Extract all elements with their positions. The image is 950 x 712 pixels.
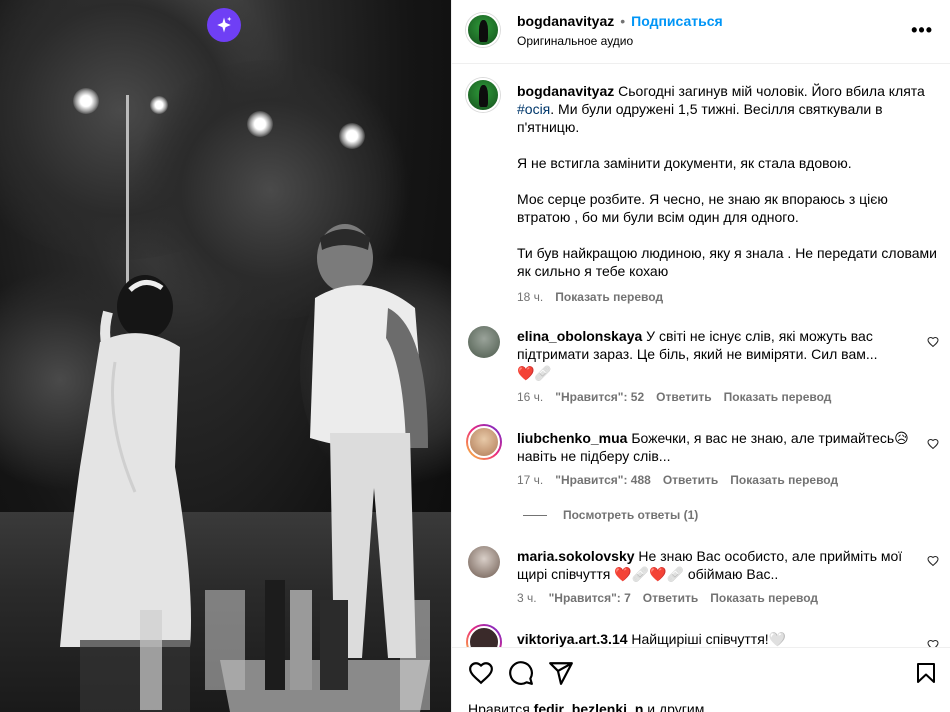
caption-para-2: Я не встигла замінити документи, як стал… [517,155,852,171]
caption-translate-link[interactable]: Показать перевод [555,290,663,304]
comment-likes[interactable]: "Нравится": 488 [555,473,651,487]
table-bottles [80,580,430,712]
comment-item: maria.sokolovsky Не знаю Вас особисто, а… [517,547,917,605]
string-light [150,96,168,114]
reply-button[interactable]: Ответить [656,390,711,404]
caption-para-4: Ти був найкращою людиною, яку я знала . … [517,245,937,279]
comment-like-icon[interactable] [927,336,939,348]
share-icon[interactable] [548,660,574,686]
comment-emoji: ❤️🩹 [517,365,552,381]
separator-dot: • [620,13,626,29]
comment-avatar-story[interactable] [466,424,502,460]
comment-like-icon[interactable] [927,639,939,647]
post-actions: Нравится fedir_bezlenki_n и другим [452,647,950,712]
bookmark-icon[interactable] [914,660,938,686]
likes-prefix: Нравится [468,701,534,712]
comment-username[interactable]: liubchenko_mua [517,430,627,446]
caption-avatar[interactable] [466,78,500,112]
follow-button[interactable]: Подписаться [631,13,723,29]
comment-like-icon[interactable] [927,438,939,450]
comment-time[interactable]: 16 ч. [517,390,543,404]
audio-link[interactable]: Оригинальное аудио [517,34,633,48]
more-options-icon[interactable]: ••• [911,20,933,41]
author-avatar[interactable] [466,13,500,47]
caption-username[interactable]: bogdanavityaz [517,83,614,99]
light-pole [126,95,129,285]
comment-likes[interactable]: "Нравится": 52 [555,390,644,404]
caption-text-1: Сьогодні загинув мій чоловік. Його вбила… [618,83,925,99]
post-panel: bogdanavityaz • Подписаться Оригинальное… [451,0,950,712]
comments-scroll[interactable]: bogdanavityaz Сьогодні загинув мій чолов… [452,64,950,647]
heart-icon[interactable] [468,660,494,686]
likes-suffix: и другим [643,701,705,712]
sparkle-icon[interactable] [207,8,241,42]
comment-avatar[interactable] [468,326,500,358]
comment-avatar-image [468,426,500,458]
translate-link[interactable]: Показать перевод [710,591,818,605]
comment-avatar-image [468,626,500,647]
comment-like-icon[interactable] [927,555,939,567]
sparkle-icon-glyph [217,16,232,33]
author-username[interactable]: bogdanavityaz [517,13,614,29]
comment-avatar[interactable] [468,546,500,578]
comment-likes[interactable]: "Нравится": 7 [549,591,631,605]
likes-summary: Нравится fedir_bezlenki_n и другим [468,701,704,712]
comment-icon[interactable] [508,660,534,686]
reply-button[interactable]: Ответить [643,591,698,605]
comment-item: viktoriya.art.3.14 Найщиріші співчуття!🤍 [517,630,917,647]
translate-link[interactable]: Показать перевод [730,473,838,487]
post-header: bogdanavityaz • Подписаться Оригинальное… [452,0,950,64]
translate-link[interactable]: Показать перевод [724,390,832,404]
comment-avatar-story[interactable] [466,624,502,647]
reply-button[interactable]: Ответить [663,473,718,487]
comment-username[interactable]: viktoriya.art.3.14 [517,631,628,647]
comment-username[interactable]: elina_obolonskaya [517,328,642,344]
post-media[interactable] [0,0,451,712]
view-replies-button[interactable]: Посмотреть ответы (1) [523,508,698,522]
caption-text-2: . Ми були одружені 1,5 тижні. Весілля св… [517,101,883,135]
string-light [73,88,99,114]
caption-time[interactable]: 18 ч. [517,290,543,304]
comment-username[interactable]: maria.sokolovsky [517,548,635,564]
view-replies-label: Посмотреть ответы (1) [563,508,699,522]
comment-time[interactable]: 17 ч. [517,473,543,487]
string-light [247,111,273,137]
caption-block: bogdanavityaz Сьогодні загинув мій чолов… [517,82,937,304]
string-light [339,123,365,149]
comment-item: liubchenko_mua Божечки, я вас не знаю, а… [517,429,917,487]
comment-item: elina_obolonskaya У світі не існує слів,… [517,327,917,404]
hashtag-link[interactable]: #осія [517,101,550,117]
caption-para-3: Моє серце розбите. Я чесно, не знаю як в… [517,191,888,225]
comment-text: Найщиріші співчуття!🤍 [631,631,787,647]
comment-time[interactable]: 3 ч. [517,591,537,605]
likes-user-link[interactable]: fedir_bezlenki_n [534,701,644,712]
replies-divider [523,514,547,516]
